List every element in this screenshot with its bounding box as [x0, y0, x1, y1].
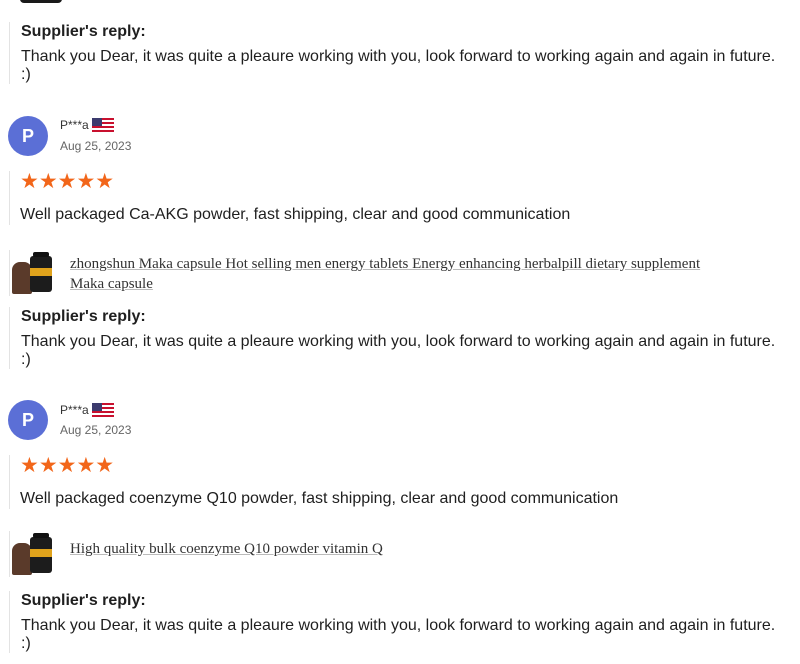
reply-title: Supplier's reply: — [21, 308, 146, 325]
star-rating: ★★★★★ — [20, 454, 115, 477]
us-flag-icon — [91, 403, 114, 417]
supplier-reply: Supplier's reply: Thank you Dear, it was… — [9, 22, 789, 84]
supplier-reply: Supplier's reply: Thank you Dear, it was… — [9, 591, 789, 653]
reply-title: Supplier's reply: — [21, 592, 146, 609]
review-product[interactable]: High quality bulk coenzyme Q10 powder vi… — [9, 531, 789, 577]
reply-title: Supplier's reply: — [21, 23, 146, 40]
product-thumbnail-partial[interactable] — [20, 0, 62, 3]
reply-text: Thank you Dear, it was quite a pleaure w… — [21, 333, 776, 368]
reply-text: Thank you Dear, it was quite a pleaure w… — [21, 48, 776, 83]
review-date: Aug 25, 2023 — [60, 139, 132, 153]
star-rating: ★★★★★ — [20, 170, 115, 193]
review-text: Well packaged coenzyme Q10 powder, fast … — [20, 490, 619, 507]
reviewer-name: P***a — [60, 403, 114, 417]
supplier-reply: Supplier's reply: Thank you Dear, it was… — [9, 307, 789, 369]
avatar: P — [8, 400, 48, 440]
product-thumbnail[interactable] — [10, 531, 56, 577]
product-link[interactable]: High quality bulk coenzyme Q10 powder vi… — [70, 539, 710, 559]
avatar: P — [8, 116, 48, 156]
us-flag-icon — [91, 118, 114, 132]
review-text: Well packaged Ca-AKG powder, fast shippi… — [20, 206, 571, 223]
review-product[interactable]: zhongshun Maka capsule Hot selling men e… — [9, 250, 789, 296]
review-date: Aug 25, 2023 — [60, 423, 132, 437]
reply-text: Thank you Dear, it was quite a pleaure w… — [21, 617, 776, 652]
review-body: ★★★★★ Well packaged Ca-AKG powder, fast … — [9, 171, 789, 225]
product-thumbnail[interactable] — [10, 250, 56, 296]
reviewer-name: P***a — [60, 118, 114, 132]
review-body: ★★★★★ Well packaged coenzyme Q10 powder,… — [9, 455, 789, 509]
product-link[interactable]: zhongshun Maka capsule Hot selling men e… — [70, 254, 710, 294]
